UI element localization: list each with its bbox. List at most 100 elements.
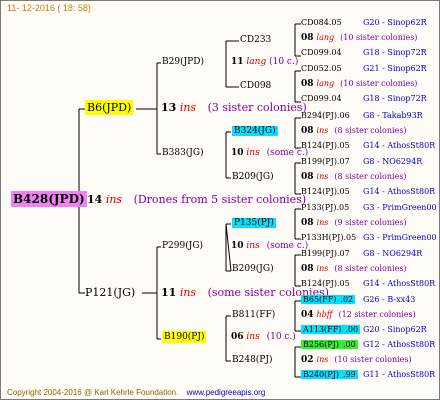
gen2-c-ins: ins (246, 241, 260, 251)
gen2-d-queen[interactable]: B190(PJ) (162, 331, 207, 343)
gen2-c-queen[interactable]: P299(JG) (162, 242, 203, 251)
gen4-sire-link[interactable]: G8 - NO6294R (363, 250, 422, 258)
gen4-dam-link[interactable]: G20 - Sinop62R (363, 326, 427, 334)
root-mating: 14 ins (Drones from 5 sister colonies) (87, 194, 306, 205)
gen2-a-note: (10 c.) (269, 57, 299, 67)
gen2-b-mating: 10 ins (some c.) (231, 149, 308, 158)
gen4-dam-row[interactable]: B124(PJ).05 G14 - AthosSt80R (301, 141, 435, 150)
gen4-count: 08 (301, 33, 314, 43)
gen4-dam-row[interactable]: P133H(PJ).05 G3 - PrimGreen00 (301, 233, 437, 242)
gen4-sire-row[interactable]: B294(PJ).06 G8 - Takab93R (301, 112, 423, 120)
gen4-sire-link[interactable]: G20 - Sinop62R (363, 19, 427, 27)
gen2-d-count: 06 (231, 332, 244, 342)
gen4-count: 02 (301, 355, 314, 365)
gen4-dam-row[interactable]: CD099.04 G18 - Sinop72R (301, 94, 427, 103)
gen2-d-name: B190(PJ) (162, 331, 207, 343)
gen4-dam-row[interactable]: B124(PJ).05 G14 - AthosSt80R (301, 187, 435, 196)
gen4-sire-name: B199(PJ) (301, 249, 337, 258)
gen4-ins: ins (316, 218, 329, 227)
gen4-dam-link[interactable]: G14 - AthosSt80R (363, 142, 435, 150)
gen4-dam-year: .05 (336, 279, 350, 288)
gen2-c-count: 10 (231, 241, 244, 251)
gen4-sire-year: .05 (336, 203, 350, 212)
gen4-mating-row: 08 ins (8 sister colonies) (301, 173, 407, 182)
gen3-b2[interactable]: B209(JG) (232, 173, 274, 182)
gen4-ins: ins (316, 355, 329, 364)
gen4-note: (10 sister colonies) (340, 33, 418, 42)
gen3-d2[interactable]: B248(PJ) (232, 356, 272, 365)
gen4-sire-row[interactable]: B256(PJ) .00 G12 - AthosSt80R (301, 340, 435, 349)
gen3-c2[interactable]: B209(JG) (232, 265, 274, 274)
gen4-dam-row[interactable]: B240(PJ) .99 G11 - AthosSt80R (301, 370, 435, 379)
gen2-a-count: 11 (231, 57, 244, 67)
gen2-b-queen[interactable]: B383(JG) (162, 149, 204, 158)
gen4-dam-year: .05 (336, 187, 350, 196)
site-link[interactable]: www.pedigreeapis.org (187, 388, 266, 397)
gen4-mating-row: 08 lang (10 sister colonies) (301, 80, 417, 89)
gen4-sire-year: .02 (338, 295, 356, 304)
gen3-c1[interactable]: P135(PJ) (232, 218, 276, 228)
gen4-sire-row[interactable]: B199(PJ).07 G8 - NO6294R (301, 249, 422, 258)
gen4-dam-link[interactable]: G11 - AthosSt80R (363, 371, 435, 379)
gen2-a-queen[interactable]: B29(JPD) (162, 58, 204, 67)
gen2-d-mating: 06 ins (10 c.) (231, 333, 296, 342)
gen4-sire-row[interactable]: P133(PJ).05 G3 - PrimGreen00 (301, 203, 437, 212)
gen4-sire-row[interactable]: CD052.05 G21 - Sinop62R (301, 64, 427, 73)
gen4-sire-name: B65(FF) (301, 295, 339, 304)
gen4-sire-year: .05 (328, 18, 342, 27)
gen4-dam-link[interactable]: G18 - Sinop72R (363, 95, 427, 103)
gen4-sire-link[interactable]: G8 - NO6294R (363, 158, 422, 166)
gen3-a2[interactable]: CD098 (240, 82, 271, 91)
copyright-text: Copyright 2004-2016 @ Karl Kehrle Founda… (7, 388, 179, 397)
gen2-a-ins: lang (246, 57, 267, 67)
gen1-top-ins: ins (179, 101, 197, 114)
gen4-dam-name: B124(PJ) (301, 141, 337, 150)
gen1-bottom-queen[interactable]: P121(JG) (85, 287, 135, 298)
gen4-count: 08 (301, 79, 314, 89)
gen4-sire-name: B199(PJ) (301, 157, 337, 166)
gen4-dam-row[interactable]: B124(PJ).05 G14 - AthosSt80R (301, 279, 435, 288)
gen4-sire-row[interactable]: B65(FF) .02 G26 - B-xx43 (301, 295, 415, 304)
gen2-d-note: (10 c.) (266, 332, 296, 342)
gen1-top-name: B6(JPD) (85, 100, 134, 115)
gen4-dam-row[interactable]: A113(FF) .00 G20 - Sinop62R (301, 325, 427, 334)
gen2-a-mating: 11 lang (10 c.) (231, 58, 298, 67)
gen4-sire-year: .07 (336, 249, 350, 258)
gen3-b1[interactable]: B324(JG) (232, 126, 278, 136)
gen4-sire-link[interactable]: G26 - B-xx43 (363, 296, 415, 304)
gen4-dam-link[interactable]: G3 - PrimGreen00 (363, 234, 437, 242)
gen4-dam-link[interactable]: G18 - Sinop72R (363, 49, 427, 57)
gen4-sire-link[interactable]: G3 - PrimGreen00 (363, 204, 437, 212)
gen4-note: (10 sister colonies) (334, 355, 412, 364)
gen3-a1[interactable]: CD233 (240, 36, 271, 45)
gen4-note: (8 sister colonies) (334, 126, 407, 135)
gen4-dam-row[interactable]: CD099.04 G18 - Sinop72R (301, 49, 427, 57)
gen4-dam-name: B124(PJ) (301, 187, 337, 196)
gen4-dam-name: P133H(PJ) (301, 233, 344, 242)
root-queen[interactable]: B428(JPD) (11, 191, 87, 207)
gen4-ins: ins (316, 172, 329, 181)
gen4-sire-link[interactable]: G8 - Takab93R (363, 112, 423, 120)
root-ins: ins (105, 193, 123, 206)
gen4-dam-name: B124(PJ) (301, 279, 337, 288)
gen4-sire-row[interactable]: CD084.05 G20 - Sinop62R (301, 18, 427, 27)
gen4-note: (8 sister colonies) (334, 172, 407, 181)
gen1-top-queen[interactable]: B6(JPD) (85, 100, 134, 115)
gen4-sire-link[interactable]: G21 - Sinop62R (363, 65, 427, 73)
gen4-sire-row[interactable]: B199(PJ).07 G8 - NO6294R (301, 157, 422, 166)
gen2-b-count: 10 (231, 148, 244, 158)
gen4-sire-name: CD052 (301, 64, 329, 73)
gen4-mating-row: 08 lang (10 sister colonies) (301, 34, 417, 43)
gen4-dam-link[interactable]: G14 - AthosSt80R (363, 280, 435, 288)
gen4-dam-link[interactable]: G14 - AthosSt80R (363, 188, 435, 196)
gen4-ins: hbff (316, 310, 333, 319)
gen3-d1[interactable]: B811(FF) (232, 311, 275, 320)
gen4-dam-name: CD099 (301, 94, 329, 103)
gen4-sire-name: P133(PJ) (301, 203, 337, 212)
gen4-dam-year: .00 (343, 325, 361, 334)
gen4-sire-link[interactable]: G12 - AthosSt80R (363, 341, 435, 349)
gen4-mating-row: 04 hbff (12 sister colonies) (301, 311, 416, 320)
gen1-bottom-ins: ins (179, 286, 197, 299)
gen2-c-mating: 10 ins (some c.) (231, 242, 308, 251)
gen4-ins: lang (316, 79, 335, 88)
